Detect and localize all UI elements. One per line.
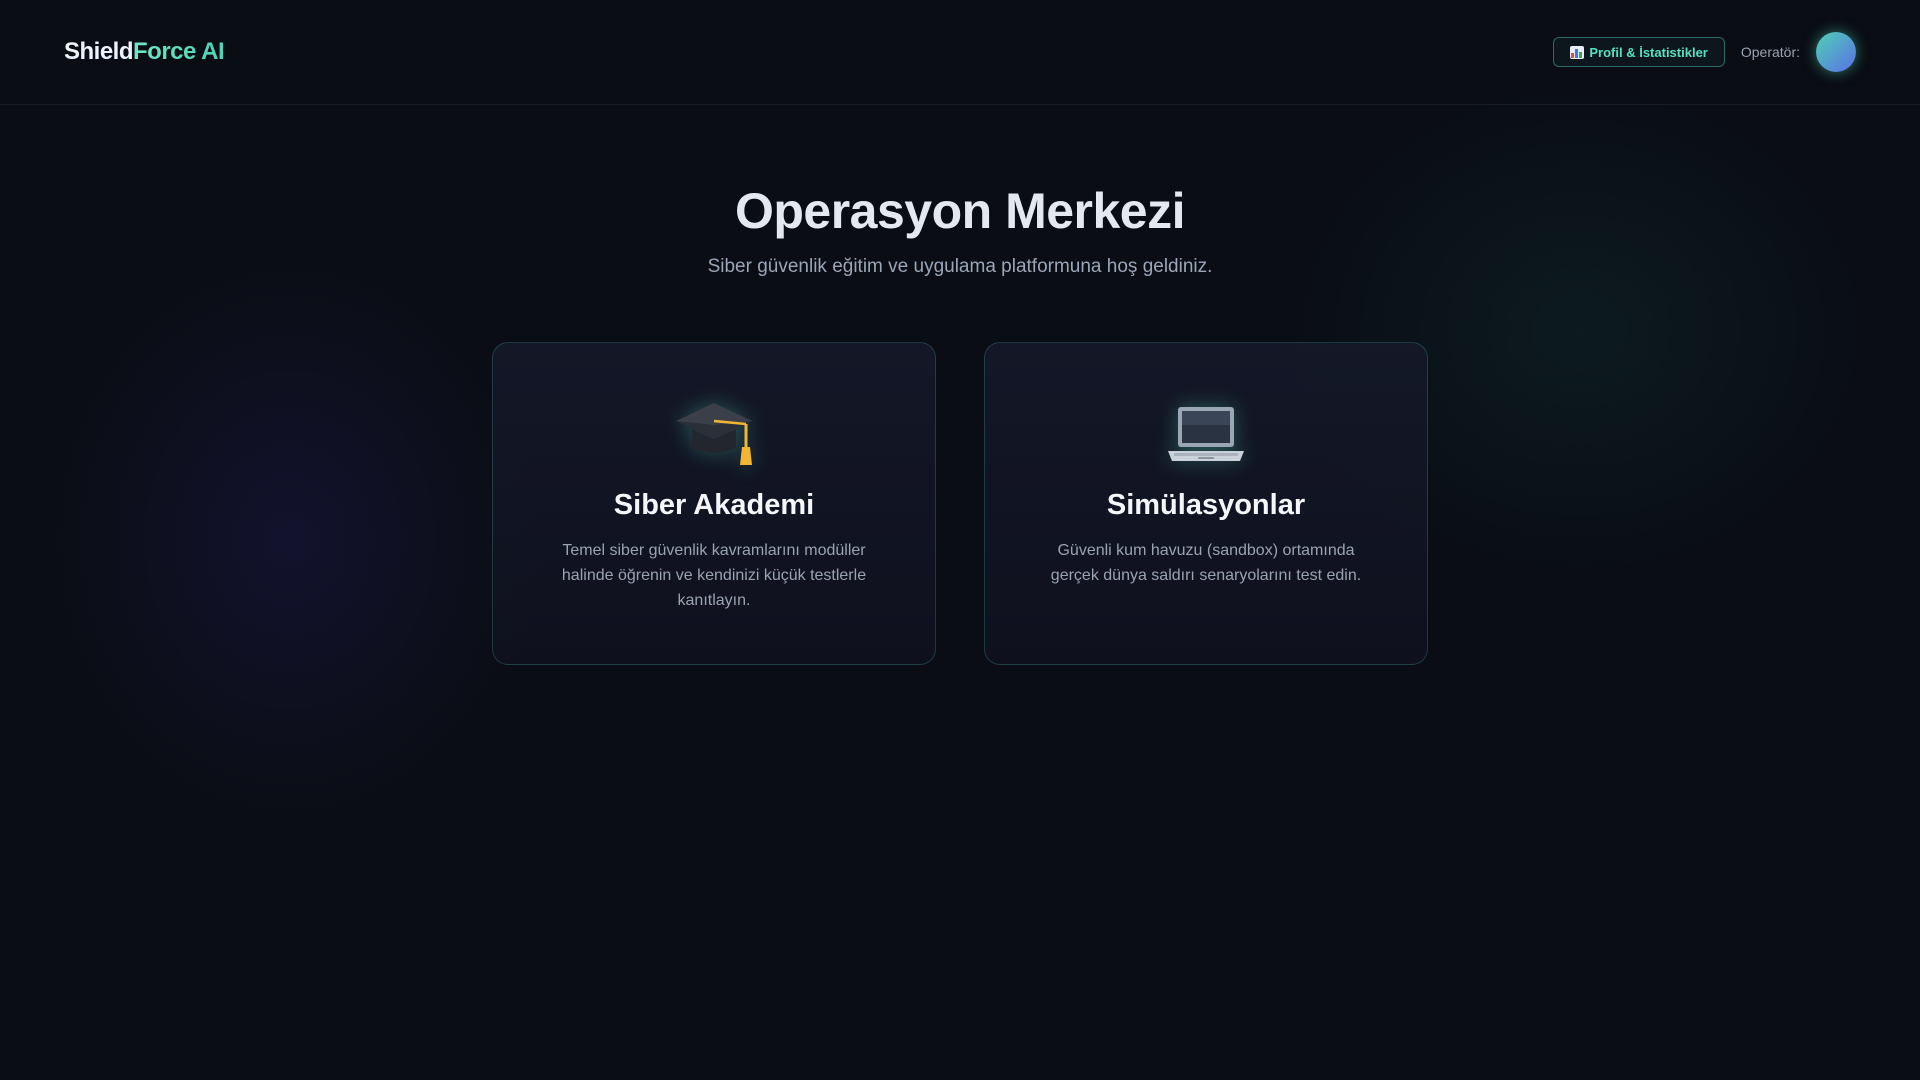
page-title: Operasyon Merkezi (734, 183, 1186, 239)
operator-label: Operatör: (1740, 44, 1800, 60)
top-bar: ShieldForce AI Profil & İstatistikler Op… (0, 0, 1920, 105)
card-title: Simülasyonlar (1106, 489, 1306, 521)
laptop-icon (1166, 395, 1246, 471)
logo-text-force-ai: Force AI (133, 38, 225, 65)
logo[interactable]: ShieldForce AI (64, 38, 225, 66)
logo-text-shield: Shield (64, 38, 134, 65)
graduation-cap-icon (674, 395, 754, 471)
avatar[interactable] (1816, 32, 1856, 72)
profile-stats-button[interactable]: Profil & İstatistikler (1553, 37, 1725, 67)
card-simulasyonlar[interactable]: Simülasyonlar Güvenli kum havuzu (sandbo… (984, 342, 1428, 665)
card-description: Temel siber güvenlik kavramlarını modüll… (561, 542, 867, 609)
hero: Operasyon Merkezi Siber güvenlik eğitim … (0, 182, 1920, 278)
bar-chart-icon (1570, 45, 1585, 59)
module-cards: Siber Akademi Temel siber güvenlik kavra… (492, 342, 1428, 665)
card-siber-akademi[interactable]: Siber Akademi Temel siber güvenlik kavra… (492, 342, 936, 665)
card-description: Güvenli kum havuzu (sandbox) ortamında g… (1050, 542, 1362, 584)
profile-stats-label: Profil & İstatistikler (1589, 44, 1708, 60)
card-title: Siber Akademi (613, 489, 815, 521)
page-subtitle: Siber güvenlik eğitim ve uygulama platfo… (707, 256, 1213, 277)
header-actions: Profil & İstatistikler Operatör: (1553, 32, 1856, 72)
